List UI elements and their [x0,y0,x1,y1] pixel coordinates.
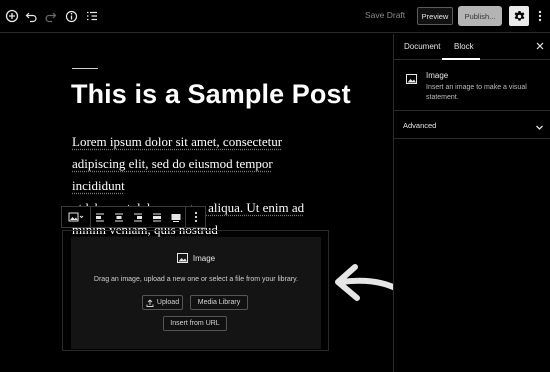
align-right-icon[interactable] [129,207,148,227]
block-info-card: Image Insert an image to make a visual s… [394,61,550,111]
title-separator [72,68,98,69]
upload-icon [146,299,154,307]
image-icon [177,253,188,263]
block-title: Image [426,71,448,80]
publish-button[interactable]: Publish... [458,6,502,26]
redo-icon[interactable] [41,7,59,25]
upload-button[interactable]: Upload [142,295,183,310]
tab-block[interactable]: Block [454,42,474,51]
sidebar-tabs: Document Block [394,34,550,60]
insert-from-url-button[interactable]: Insert from URL [163,316,227,331]
advanced-label: Advanced [403,121,436,130]
image-placeholder-instructions: Drag an image, upload a new one or selec… [71,276,321,283]
close-icon[interactable] [535,40,545,52]
media-library-button[interactable]: Media Library [190,295,248,310]
align-left-icon[interactable] [91,207,110,227]
more-vertical-icon[interactable] [534,7,546,25]
post-title[interactable]: This is a Sample Post [71,79,351,110]
info-icon[interactable] [62,7,80,25]
add-block-icon[interactable] [3,7,21,25]
undo-icon[interactable] [22,7,40,25]
settings-sidebar: Document Block Image Insert an image to … [393,34,550,372]
settings-gear-icon[interactable] [509,6,529,26]
change-block-type-button[interactable] [62,207,90,227]
full-width-icon[interactable] [166,207,185,227]
wide-width-icon[interactable] [147,207,166,227]
align-center-icon[interactable] [110,207,129,227]
image-placeholder: Image Drag an image, upload a new one or… [71,237,321,349]
block-more-options-icon[interactable] [186,207,205,227]
tab-document[interactable]: Document [404,42,440,51]
outline-icon[interactable] [83,7,101,25]
save-draft-button[interactable]: Save Draft [365,10,405,20]
advanced-panel-toggle[interactable]: Advanced [394,111,550,139]
editor-top-toolbar: Save Draft Preview Publish... [0,0,550,33]
preview-button[interactable]: Preview [417,7,453,25]
block-description: Insert an image to make a visual stateme… [426,83,544,102]
image-placeholder-label: Image [193,254,215,263]
block-toolbar [61,206,206,228]
chevron-down-icon [535,119,544,137]
paragraph-line: adipiscing elit, sed do eiusmod tempor i… [72,153,322,197]
paragraph-line: Lorem ipsum dolor sit amet, consectetur [72,131,322,153]
image-icon [406,71,417,89]
active-tab-indicator [442,58,480,60]
